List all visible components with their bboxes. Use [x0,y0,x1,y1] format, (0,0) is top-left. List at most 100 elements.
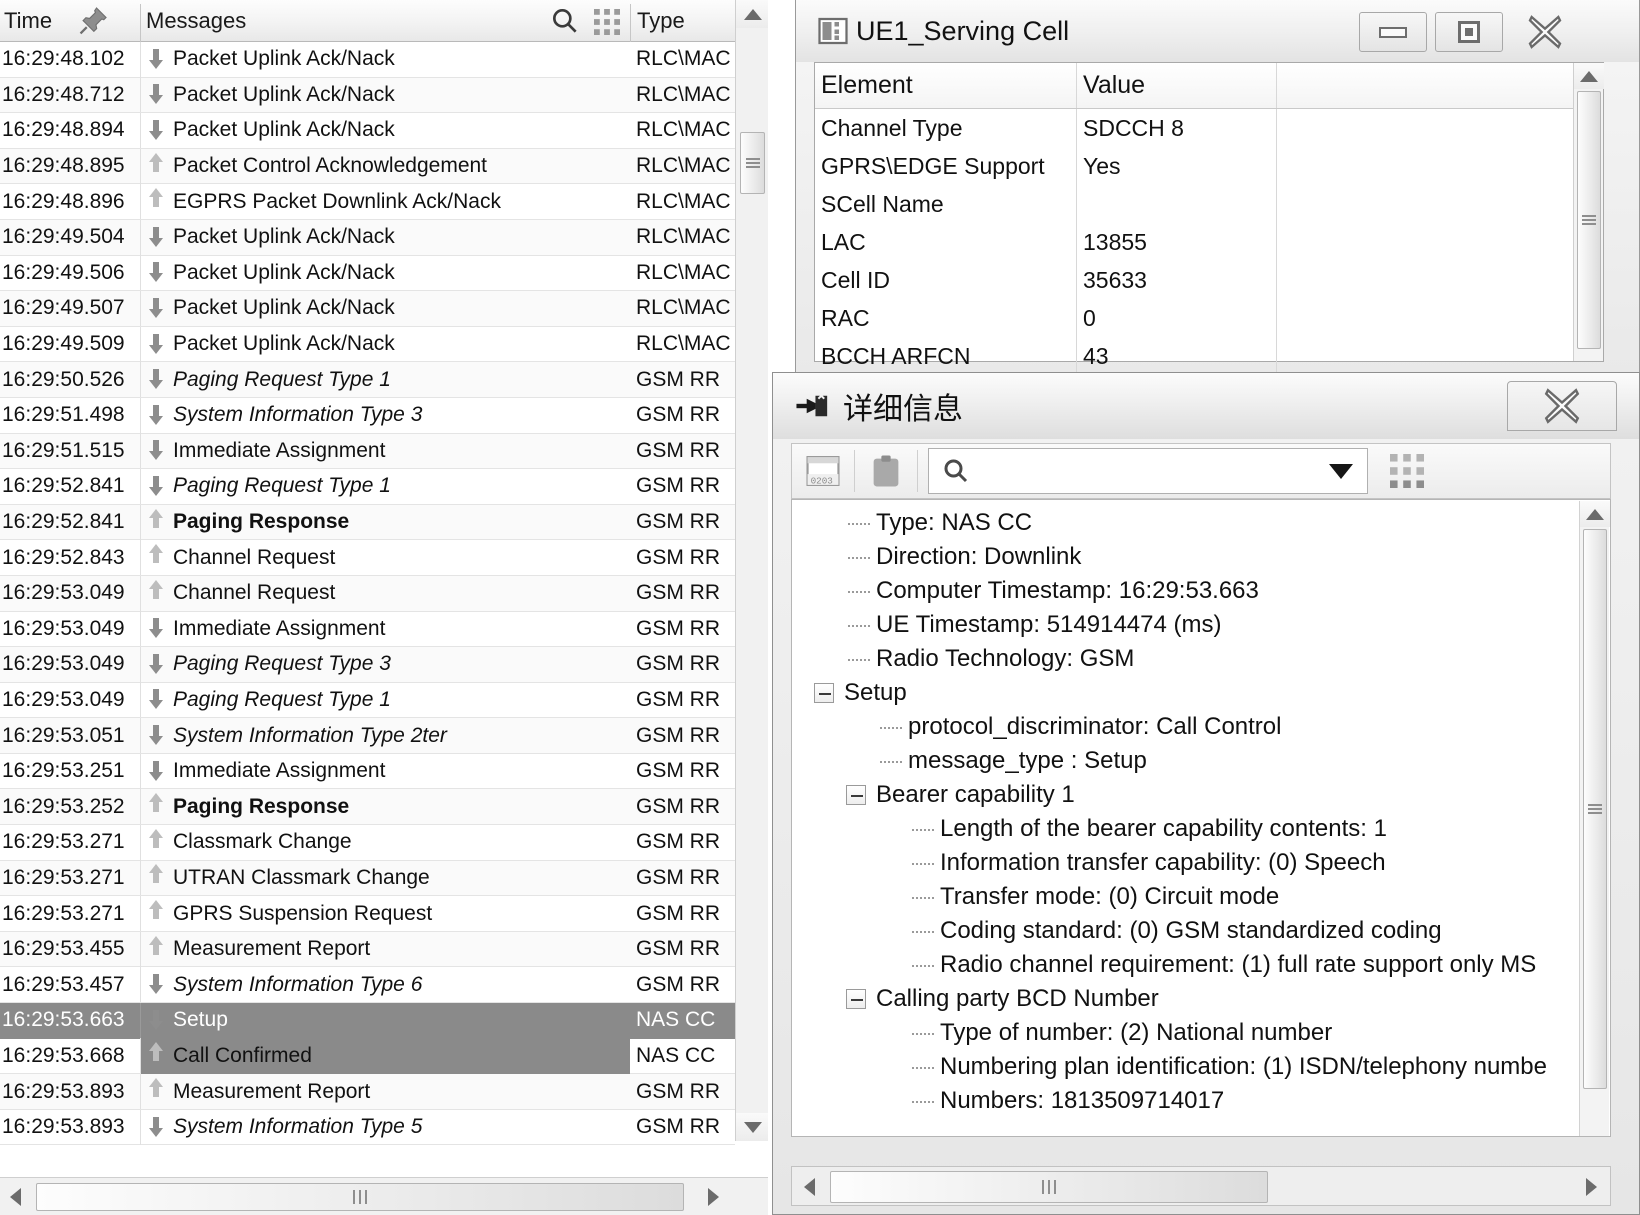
table-row[interactable]: 16:29:53.049 Immediate Assignment GSM RR [0,611,735,648]
table-row[interactable]: 16:29:53.049 Paging Request Type 1 GSM RR [0,682,735,719]
scroll-left-button[interactable] [2,1184,28,1210]
table-row[interactable]: 16:29:50.526 Paging Request Type 1 GSM RR [0,362,735,398]
column-header-type[interactable]: Type [637,0,685,42]
tree-node[interactable]: Direction: Downlink [792,540,1582,574]
horizontal-scroll-thumb[interactable] [830,1171,1268,1203]
clipboard-button[interactable] [855,444,917,498]
pushpin-icon[interactable] [76,4,110,38]
tree-node-expandable[interactable]: Calling party BCD Number [792,982,1582,1016]
message-log-horizontal-scrollbar[interactable] [0,1177,768,1215]
message-log-vertical-scrollbar[interactable] [735,0,768,1141]
serving-cell-vertical-scrollbar[interactable] [1573,63,1604,361]
tree-node[interactable]: Computer Timestamp: 16:29:53.663 [792,574,1582,608]
tree-node[interactable]: Length of the bearer capability contents… [792,812,1582,846]
tree-node[interactable]: Radio channel requirement: (1) full rate… [792,948,1582,982]
table-row[interactable]: 16:29:53.051 System Information Type 2ter… [0,718,735,754]
scroll-up-button[interactable] [1580,501,1610,527]
detail-horizontal-scrollbar[interactable] [791,1166,1611,1206]
tree-node[interactable]: message_type : Setup [792,744,1582,778]
column-header-time[interactable]: Time [4,0,52,42]
detail-vertical-scrollbar[interactable] [1579,501,1610,1136]
table-row[interactable]: 16:29:53.663 Setup NAS CC [0,1002,735,1039]
table-row[interactable]: 16:29:48.895 Packet Control Acknowledgeme… [0,148,735,185]
table-row[interactable]: BCCH ARFCN 43 [815,337,1603,375]
table-row[interactable]: 16:29:53.455 Measurement Report GSM RR [0,931,735,968]
close-button[interactable] [1511,12,1579,52]
table-row[interactable]: RAC 0 [815,299,1603,337]
column-header-messages[interactable]: Messages [146,0,246,42]
table-row[interactable]: 16:29:53.049 Channel Request GSM RR [0,575,735,612]
serving-header-element[interactable]: Element [815,63,1077,108]
table-row[interactable]: 16:29:53.252 Paging Response GSM RR [0,789,735,826]
table-row[interactable]: LAC 13855 [815,223,1603,261]
tree-node-label: protocol_discriminator: Call Control [908,713,1282,740]
vertical-scroll-thumb[interactable] [740,132,765,194]
serving-cell-titlebar[interactable]: UE1_Serving Cell [796,0,1639,62]
horizontal-scroll-thumb[interactable] [36,1183,684,1211]
vertical-scroll-thumb[interactable] [1583,529,1607,1089]
table-row[interactable]: 16:29:48.896 EGPRS Packet Downlink Ack/Na… [0,184,735,220]
tree-node-expandable[interactable]: Setup [792,676,1582,710]
table-row[interactable]: Channel Type SDCCH 8 [815,109,1603,147]
tree-node-expandable[interactable]: Bearer capability 1 [792,778,1582,812]
collapse-toggle-icon[interactable] [810,676,844,710]
vertical-scroll-thumb[interactable] [1577,91,1601,349]
tree-node[interactable]: Numbering plan identification: (1) ISDN/… [792,1050,1582,1084]
chevron-down-icon[interactable] [1329,463,1353,479]
table-row[interactable]: 16:29:52.841 Paging Request Type 1 GSM RR [0,468,735,505]
scroll-down-button[interactable] [736,1113,768,1141]
tree-node[interactable]: Radio Technology: GSM [792,642,1582,676]
detail-titlebar[interactable]: 详细信息 [773,373,1639,439]
scroll-right-button[interactable] [1578,1174,1604,1200]
tree-node[interactable]: Numbers: 1813509714017 [792,1084,1582,1118]
table-row[interactable]: 16:29:53.457 System Information Type 6 GSM… [0,967,735,1004]
serving-header-value[interactable]: Value [1077,63,1277,108]
table-row[interactable]: 16:29:53.271 GPRS Suspension Request GSM R… [0,896,735,932]
table-row[interactable]: Cell ID 35633 [815,261,1603,299]
minimize-button[interactable] [1359,12,1427,52]
table-row[interactable]: SCell Name [815,185,1603,223]
maximize-button[interactable] [1435,12,1503,52]
tree-node[interactable]: UE Timestamp: 514914474 (ms) [792,608,1582,642]
table-row[interactable]: 16:29:53.251 Immediate Assignment GSM RR [0,753,735,790]
scroll-up-button[interactable] [736,0,768,28]
table-row[interactable]: 16:29:53.271 UTRAN Classmark Change GSM RR [0,860,735,897]
table-row[interactable]: 16:29:53.668 Call Confirmed NAS CC [0,1038,735,1075]
table-row[interactable]: 16:29:49.504 Packet Uplink Ack/Nack RLC\MA… [0,219,735,256]
table-row[interactable]: 16:29:53.893 System Information Type 5 GSM… [0,1109,735,1146]
detail-close-button[interactable] [1507,381,1617,431]
detail-grid-button[interactable] [1390,454,1424,488]
detail-search-box[interactable] [928,448,1368,494]
tree-node[interactable]: Coding standard: (0) GSM standardized co… [792,914,1582,948]
table-row[interactable]: 16:29:51.498 System Information Type 3 GSM… [0,397,735,434]
tree-node[interactable]: Type: NAS CC [792,506,1582,540]
tree-node-label: message_type : Setup [908,747,1147,774]
table-row[interactable]: 16:29:52.843 Channel Request GSM RR [0,540,735,576]
table-row[interactable]: 16:29:53.049 Paging Request Type 3 GSM RR [0,646,735,683]
table-row[interactable]: 16:29:48.712 Packet Uplink Ack/Nack RLC\MA… [0,77,735,114]
table-row[interactable]: 16:29:53.893 Measurement Report GSM RR [0,1074,735,1110]
grid-icon[interactable] [594,9,620,35]
table-row[interactable]: 16:29:48.102 Packet Uplink Ack/Nack RLC\MA… [0,41,735,78]
table-row[interactable]: 16:29:52.841 Paging Response GSM RR [0,504,735,541]
table-row[interactable]: GPRS\EDGE Support Yes [815,147,1603,185]
search-icon[interactable] [549,5,581,37]
scroll-left-button[interactable] [796,1174,822,1200]
table-row[interactable]: 16:29:49.507 Packet Uplink Ack/Nack RLC\MA… [0,290,735,327]
scroll-right-button[interactable] [700,1184,726,1210]
table-row[interactable]: 16:29:49.509 Packet Uplink Ack/Nack RLC\MA… [0,326,735,363]
tree-node[interactable]: protocol_discriminator: Call Control [792,710,1582,744]
scroll-up-button[interactable] [1574,63,1604,89]
detail-search-input[interactable] [979,457,1367,485]
tree-node[interactable]: Type of number: (2) National number [792,1016,1582,1050]
tree-node[interactable]: Information transfer capability: (0) Spe… [792,846,1582,880]
cell-message: UTRAN Classmark Change [173,865,430,889]
tree-node[interactable]: Transfer mode: (0) Circuit mode [792,880,1582,914]
table-row[interactable]: 16:29:51.515 Immediate Assignment GSM RR [0,433,735,470]
table-row[interactable]: 16:29:49.506 Packet Uplink Ack/Nack RLC\MA… [0,255,735,292]
collapse-toggle-icon[interactable] [842,982,876,1016]
hex-view-button[interactable]: 0203 [792,444,854,498]
table-row[interactable]: 16:29:53.271 Classmark Change GSM RR [0,824,735,861]
table-row[interactable]: 16:29:48.894 Packet Uplink Ack/Nack RLC\MA… [0,112,735,149]
collapse-toggle-icon[interactable] [842,778,876,812]
